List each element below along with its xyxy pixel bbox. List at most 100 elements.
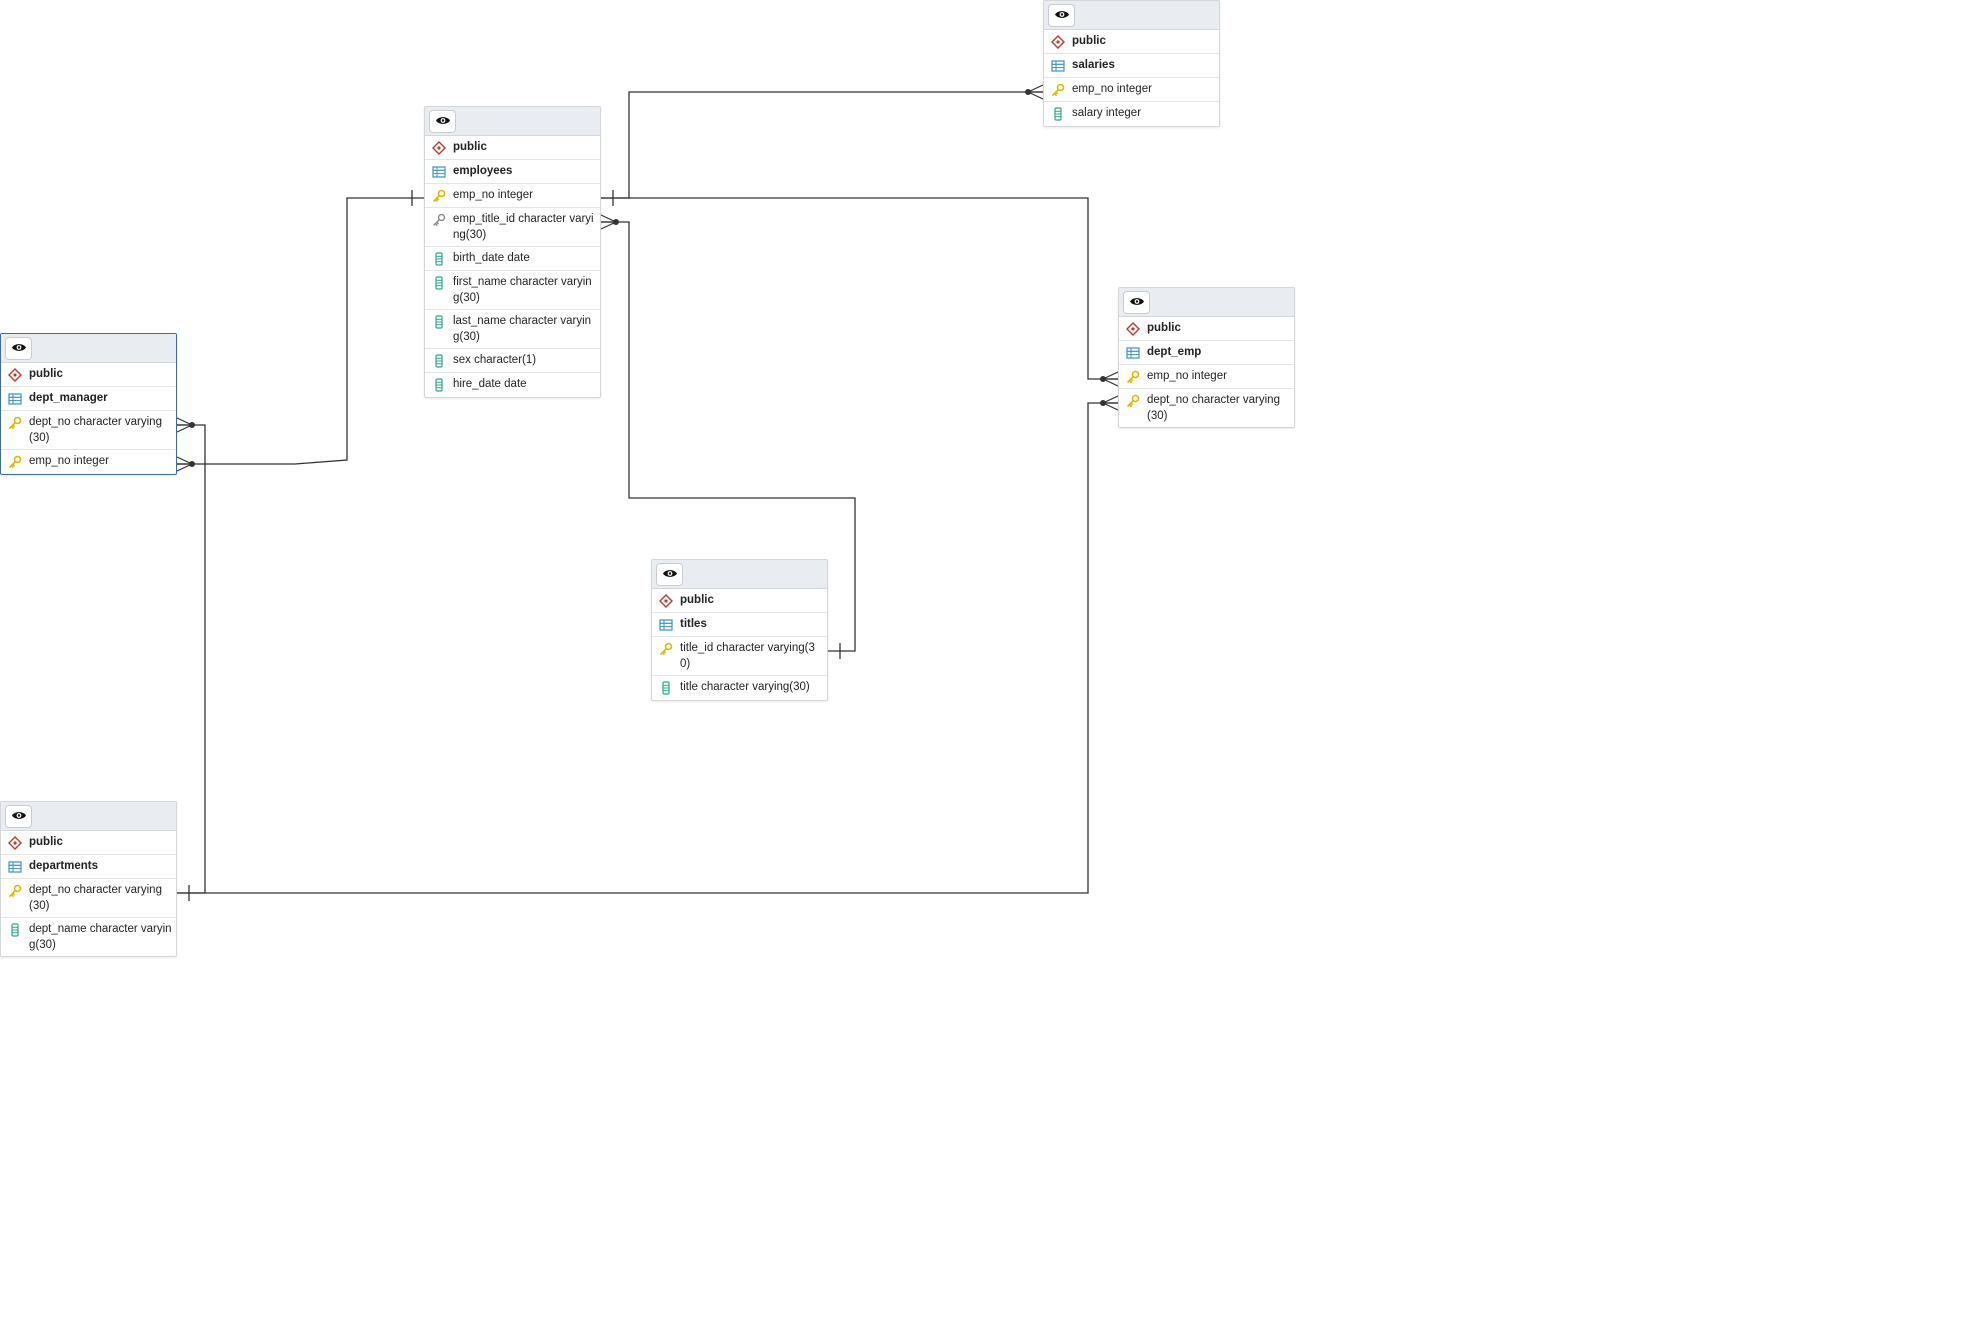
show-details-button[interactable]: [656, 563, 683, 586]
table-name-row: employees: [425, 160, 600, 184]
schema-icon: [8, 368, 22, 382]
table-icon: [8, 860, 22, 874]
primary-key-icon: [1126, 370, 1140, 384]
table-name: employees: [453, 165, 513, 177]
cardinality-many-mark: [600, 214, 618, 230]
column-row[interactable]: birth_date date: [425, 247, 600, 271]
eye-icon: [435, 115, 451, 129]
column-row[interactable]: sex character(1): [425, 349, 600, 373]
table-node-dept-manager[interactable]: public dept_manager dept_no character va…: [0, 333, 177, 475]
table-name: departments: [29, 860, 99, 872]
relationship-line: [177, 402, 1118, 894]
schema-icon: [432, 141, 446, 155]
table-node-titles[interactable]: public titles title_id character varying…: [651, 559, 828, 701]
table-header: [425, 107, 600, 136]
cardinality-many-mark: [1101, 395, 1119, 411]
table-name-row: titles: [652, 613, 827, 637]
column-icon: [432, 315, 446, 329]
table-header: [1, 334, 176, 363]
column-row[interactable]: dept_no character varying(30): [1119, 389, 1294, 427]
column-row[interactable]: emp_no integer: [425, 184, 600, 208]
table-header: [1, 802, 176, 831]
eye-icon: [662, 568, 678, 582]
cardinality-many-mark: [176, 456, 194, 472]
table-header: [1119, 288, 1294, 317]
relationship-line: [177, 424, 206, 894]
primary-key-icon: [1051, 83, 1065, 97]
show-details-button[interactable]: [429, 110, 456, 133]
column-label: birth_date date: [453, 252, 530, 264]
eye-icon: [11, 810, 27, 824]
cardinality-dot: [189, 461, 195, 467]
column-row[interactable]: title character varying(30): [652, 676, 827, 700]
column-label: first_name character varying(30): [453, 276, 592, 304]
table-icon: [1051, 59, 1065, 73]
relationship-line: [601, 91, 1043, 199]
column-row[interactable]: emp_title_id character varying(30): [425, 208, 600, 247]
eye-icon: [11, 342, 27, 356]
cardinality-dot: [1100, 376, 1106, 382]
schema-row: public: [1044, 30, 1219, 54]
show-details-button[interactable]: [5, 805, 32, 828]
table-icon: [432, 165, 446, 179]
schema-icon: [1051, 35, 1065, 49]
cardinality-dot: [1025, 89, 1031, 95]
column-label: salary integer: [1072, 107, 1142, 119]
column-label: emp_no integer: [453, 189, 533, 201]
column-label: emp_no integer: [1147, 370, 1227, 382]
column-row[interactable]: emp_no integer: [1119, 365, 1294, 389]
primary-key-icon: [8, 884, 22, 898]
schema-icon: [8, 836, 22, 850]
column-row[interactable]: hire_date date: [425, 373, 600, 397]
table-icon: [1126, 346, 1140, 360]
schema-icon: [1126, 322, 1140, 336]
table-node-dept-emp[interactable]: public dept_emp emp_no integer dept_no c…: [1118, 287, 1295, 428]
column-row[interactable]: dept_no character varying(30): [1, 879, 176, 918]
schema-row: public: [652, 589, 827, 613]
show-details-button[interactable]: [1123, 291, 1150, 314]
column-row[interactable]: title_id character varying(30): [652, 637, 827, 676]
schema-name: public: [1072, 35, 1106, 47]
primary-key-icon: [8, 416, 22, 430]
table-header: [1044, 1, 1219, 30]
schema-row: public: [1, 363, 176, 387]
column-icon: [8, 923, 22, 937]
cardinality-many-mark: [1101, 371, 1119, 387]
table-name-row: departments: [1, 855, 176, 879]
primary-key-icon: [1126, 394, 1140, 408]
column-row[interactable]: emp_no integer: [1044, 78, 1219, 102]
cardinality-many-mark: [176, 417, 194, 433]
table-name: salaries: [1072, 59, 1115, 71]
cardinality-dot: [1100, 400, 1106, 406]
column-row[interactable]: dept_no character varying(30): [1, 411, 176, 450]
column-icon: [432, 354, 446, 368]
table-name-row: dept_emp: [1119, 341, 1294, 365]
column-label: emp_no integer: [1072, 83, 1152, 95]
column-label: emp_title_id character varying(30): [453, 213, 594, 241]
column-label: last_name character varying(30): [453, 315, 592, 343]
table-node-departments[interactable]: public departments dept_no character var…: [0, 801, 177, 957]
show-details-button[interactable]: [5, 337, 32, 360]
column-row[interactable]: salary integer: [1044, 102, 1219, 126]
column-label: title character varying(30): [680, 681, 810, 693]
column-label: dept_no character varying(30): [1147, 394, 1280, 422]
show-details-button[interactable]: [1048, 4, 1075, 27]
column-label: title_id character varying(30): [680, 642, 815, 670]
table-name: titles: [680, 618, 707, 630]
column-row[interactable]: first_name character varying(30): [425, 271, 600, 310]
cardinality-dot: [189, 422, 195, 428]
table-node-employees[interactable]: public employees emp_no integer emp_titl…: [424, 106, 601, 398]
column-icon: [432, 378, 446, 392]
column-label: sex character(1): [453, 354, 537, 366]
column-row[interactable]: last_name character varying(30): [425, 310, 600, 349]
column-label: dept_no character varying(30): [29, 416, 162, 444]
table-node-salaries[interactable]: public salaries emp_no integer salary in…: [1043, 0, 1220, 127]
column-row[interactable]: emp_no integer: [1, 450, 176, 474]
column-icon: [432, 276, 446, 290]
column-icon: [659, 681, 673, 695]
table-name: dept_emp: [1147, 346, 1202, 358]
table-icon: [659, 618, 673, 632]
eye-icon: [1129, 296, 1145, 310]
column-row[interactable]: dept_name character varying(30): [1, 918, 176, 956]
foreign-key-icon: [432, 213, 446, 227]
